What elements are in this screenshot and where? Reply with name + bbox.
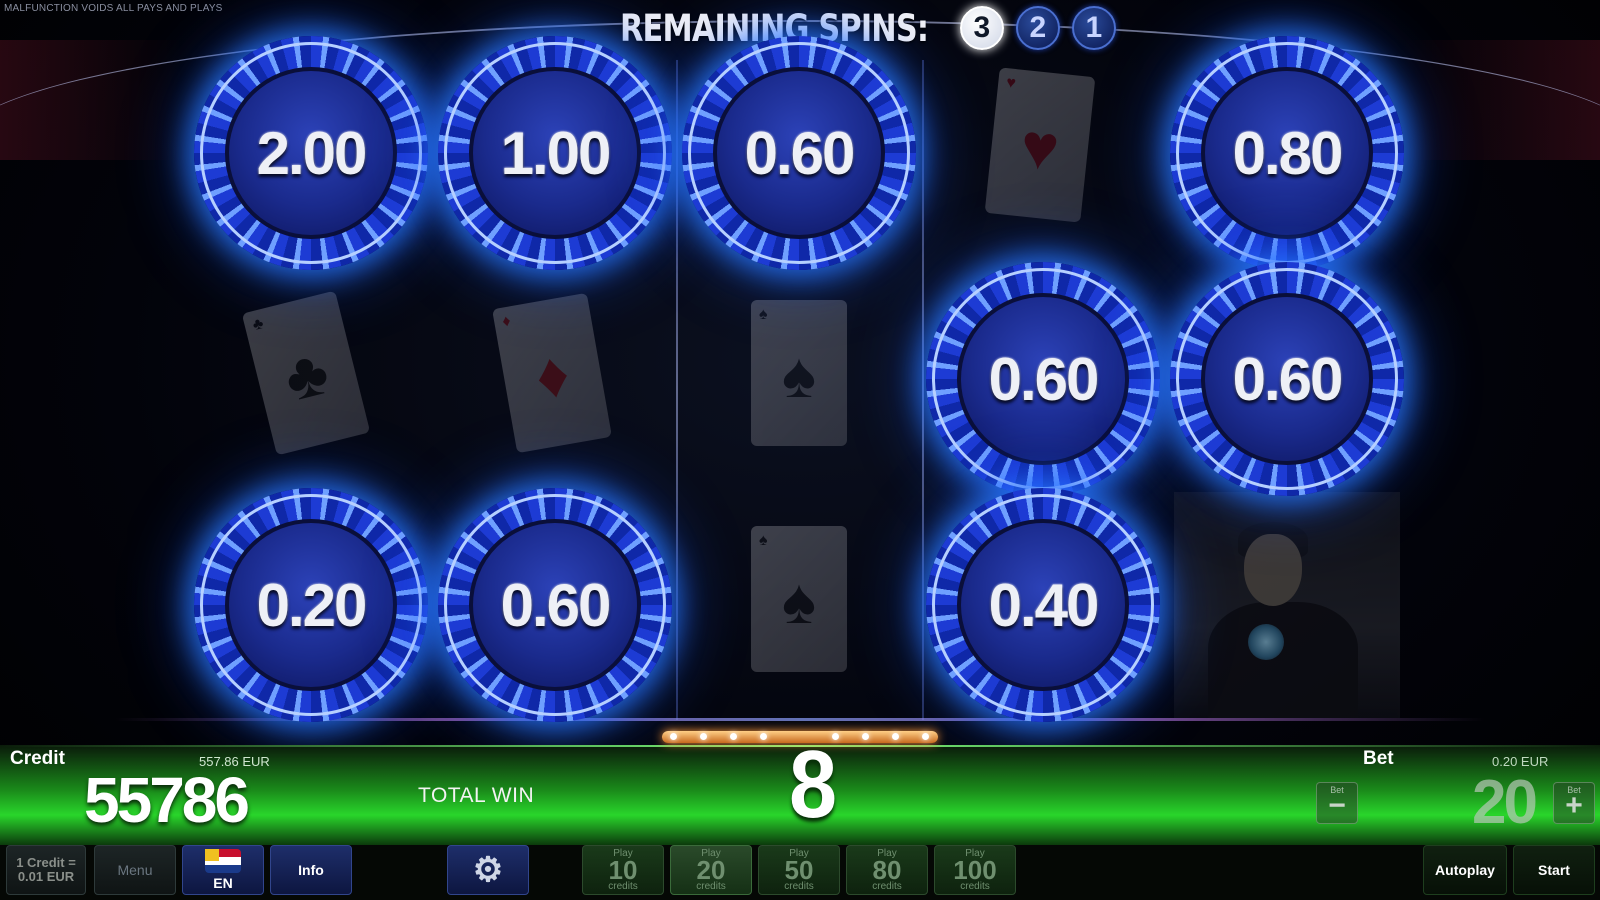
menu-button[interactable]: Menu	[94, 845, 176, 895]
remaining-spins: REMAINING SPINS: 3 2 1	[620, 4, 1116, 52]
coin-symbol: 0.60	[438, 488, 672, 722]
bet-label: Bet	[1363, 748, 1394, 769]
gear-icon: ⚙	[472, 851, 504, 889]
play-50-credits-button[interactable]: Play 50 credits	[758, 845, 840, 895]
total-win-label: TOTAL WIN	[418, 784, 535, 807]
reel-separator	[922, 60, 924, 720]
card-corner: ♦	[500, 312, 512, 331]
coin-symbol: 2.00	[194, 36, 428, 270]
play-80-credits-button[interactable]: Play 80 credits	[846, 845, 928, 895]
card-corner: ♣	[250, 315, 266, 335]
plus-icon: +	[1565, 789, 1583, 822]
settings-button[interactable]: ⚙	[447, 845, 529, 895]
magician-symbol	[1174, 492, 1400, 718]
coin-symbol: 0.60	[926, 262, 1160, 496]
coin-value: 0.60	[1232, 345, 1344, 413]
bet-increase-button[interactable]: Bet +	[1553, 782, 1595, 824]
credit-label: Credit	[10, 748, 65, 769]
bet-value: 20	[1472, 768, 1538, 837]
card-corner: ♥	[1005, 74, 1017, 93]
coin-value: 0.80	[1232, 119, 1344, 187]
coin-symbol: 1.00	[438, 36, 672, 270]
minus-icon: −	[1328, 789, 1346, 822]
coin-symbol: 0.40	[926, 488, 1160, 722]
coin-symbol: 0.60	[1170, 262, 1404, 496]
coin-value: 1.00	[500, 119, 612, 187]
bet-decrease-button[interactable]: Bet −	[1316, 782, 1358, 824]
flag-icon	[205, 849, 241, 873]
spin-counter-2: 2	[1015, 6, 1060, 50]
card-spades: ♠ ♠	[751, 526, 847, 672]
language-button[interactable]: EN	[182, 845, 264, 895]
card-hearts: ♥ ♥	[984, 67, 1096, 223]
info-button[interactable]: Info	[270, 845, 352, 895]
total-win-value: 8	[788, 731, 838, 838]
reel-separator	[676, 60, 678, 720]
coin-value: 0.60	[500, 571, 612, 639]
spades-suit-icon: ♠	[782, 565, 816, 637]
play-20-credits-button[interactable]: Play 20 credits	[670, 845, 752, 895]
autoplay-button[interactable]: Autoplay	[1423, 845, 1507, 895]
coin-value: 0.20	[256, 571, 368, 639]
credit-rate: 1 Credit = 0.01 EUR	[6, 845, 86, 895]
play-10-credits-button[interactable]: Play 10 credits	[582, 845, 664, 895]
card-corner: ♠	[759, 532, 768, 549]
spades-suit-icon: ♠	[782, 339, 816, 411]
coin-symbol: 0.20	[194, 488, 428, 722]
coin-value: 2.00	[256, 119, 368, 187]
coin-value: 0.60	[744, 119, 856, 187]
credit-value: 55786	[84, 764, 250, 836]
magic-orb-icon	[1248, 624, 1284, 660]
malfunction-disclaimer: MALFUNCTION VOIDS ALL PAYS AND PLAYS	[4, 3, 223, 14]
coin-value: 0.60	[988, 345, 1100, 413]
diamonds-suit-icon: ♦	[530, 336, 575, 414]
language-label: EN	[213, 875, 233, 891]
clubs-suit-icon: ♣	[277, 334, 336, 415]
hearts-suit-icon: ♥	[1017, 109, 1063, 185]
spin-counter-1: 1	[1071, 6, 1116, 50]
coin-value: 0.40	[988, 571, 1100, 639]
card-corner: ♠	[759, 306, 768, 323]
coin-symbol: 0.80	[1170, 36, 1404, 270]
card-spades: ♠ ♠	[751, 300, 847, 446]
start-button[interactable]: Start	[1513, 845, 1595, 895]
coin-symbol: 0.60	[682, 36, 916, 270]
spin-counter-3: 3	[959, 6, 1004, 50]
play-100-credits-button[interactable]: Play 100 credits	[934, 845, 1016, 895]
